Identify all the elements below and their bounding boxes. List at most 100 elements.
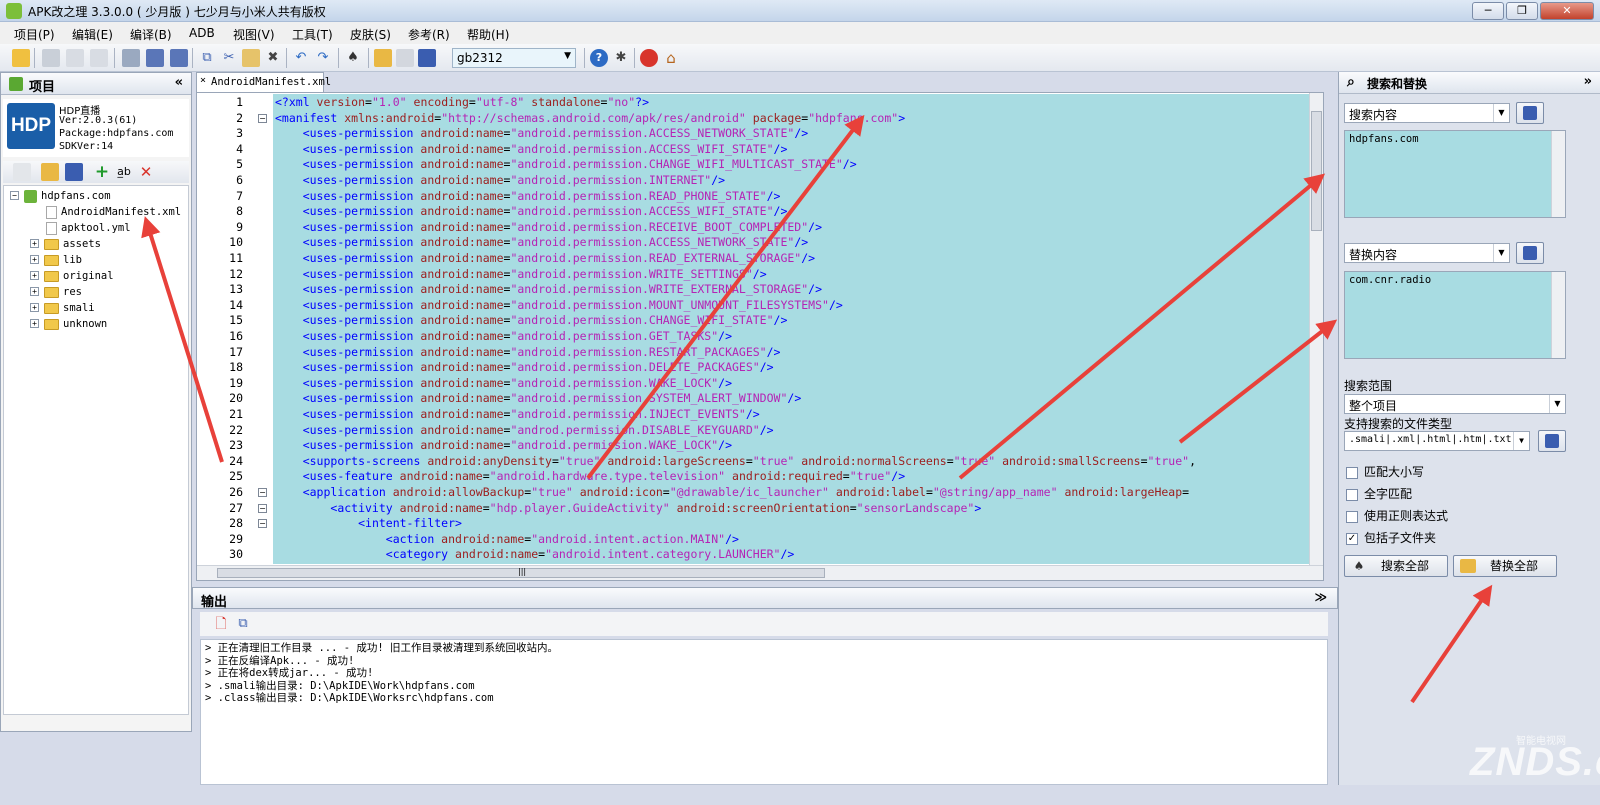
code-line[interactable]: <?xml version="1.0" encoding="utf-8" sta…: [275, 95, 649, 111]
redo-icon[interactable]: ↷: [314, 49, 332, 67]
document-icon[interactable]: [13, 163, 31, 181]
code-editor[interactable]: 1 2 3 4 5 6 7 8 9 10 11 12 13 14 15 16 17 18 19 20 21 22 23 24 2…: [196, 92, 1324, 581]
checkbox-box[interactable]: [1346, 510, 1358, 523]
clear-output-icon[interactable]: 🗋: [212, 615, 230, 633]
tree-item-project[interactable]: − hdpfans.com: [10, 188, 111, 204]
expand-icon[interactable]: +: [30, 303, 39, 312]
save-icon[interactable]: [122, 49, 140, 67]
delete-icon[interactable]: ✖: [264, 49, 282, 67]
code-line[interactable]: <uses-permission android:name="android.p…: [275, 360, 774, 376]
add-icon[interactable]: +: [93, 163, 111, 181]
checkbox-box[interactable]: ✓: [1346, 532, 1358, 545]
menu-help[interactable]: 帮助(H): [467, 26, 509, 43]
expand-icon[interactable]: +: [30, 319, 39, 328]
checkbox-box[interactable]: [1346, 466, 1358, 479]
code-line[interactable]: <application android:allowBackup="true" …: [275, 485, 1189, 501]
match-case-checkbox[interactable]: 匹配大小写: [1346, 465, 1424, 483]
menu-adb[interactable]: ADB: [189, 26, 215, 40]
code-line[interactable]: <action android:name="android.intent.act…: [275, 532, 739, 548]
code-line[interactable]: <uses-permission android:name="android.p…: [275, 391, 802, 407]
code-line[interactable]: <uses-permission android:name="android.p…: [275, 142, 788, 158]
code-line[interactable]: <intent-filter>: [275, 516, 462, 532]
fold-toggle-icon[interactable]: −: [258, 488, 267, 497]
remove-icon[interactable]: ✕: [137, 163, 155, 181]
code-line[interactable]: <supports-screens android:anyDensity="tr…: [275, 454, 1196, 470]
vertical-scrollbar[interactable]: [1309, 93, 1323, 567]
filetypes-select[interactable]: .smali|.xml|.html|.htm|.txt ▼: [1344, 431, 1530, 451]
undo-icon[interactable]: ↶: [292, 49, 310, 67]
code-line[interactable]: <uses-permission android:name="android.p…: [275, 189, 781, 205]
menu-build[interactable]: 编译(B): [130, 26, 172, 43]
rename-icon[interactable]: a̲b: [115, 163, 133, 181]
code-line[interactable]: <manifest xmlns:android="http://schemas.…: [275, 111, 905, 127]
encoding-select[interactable]: gb2312 ▼: [452, 48, 576, 68]
horizontal-scrollbar[interactable]: |||: [197, 565, 1323, 580]
save-as-icon[interactable]: [146, 49, 164, 67]
replace-options-button[interactable]: [1516, 242, 1544, 264]
collapse-search-panel-button[interactable]: »: [1584, 74, 1592, 89]
tree-item-unknown[interactable]: + unknown: [30, 316, 107, 332]
expand-icon[interactable]: +: [30, 287, 39, 296]
build-icon[interactable]: [374, 49, 392, 67]
bug-icon[interactable]: ✱: [612, 49, 630, 67]
help-icon[interactable]: ?: [590, 49, 608, 67]
scope-select[interactable]: 整个项目 ▼: [1344, 394, 1566, 414]
code-line[interactable]: <activity android:name="hdp.player.Guide…: [275, 501, 981, 517]
include-subfolders-checkbox[interactable]: ✓ 包括子文件夹: [1346, 531, 1436, 549]
copy-icon[interactable]: ⧉: [198, 49, 216, 67]
install-icon[interactable]: [418, 49, 436, 67]
collapse-output-button[interactable]: ≫: [1314, 590, 1327, 604]
menu-project[interactable]: 项目(P): [14, 26, 55, 43]
weibo-icon[interactable]: [640, 49, 658, 67]
minimize-button[interactable]: ─: [1472, 2, 1504, 20]
replace-input-scrollbar[interactable]: [1551, 272, 1565, 358]
refresh-icon[interactable]: [65, 163, 83, 181]
code-line[interactable]: <uses-permission android:name="android.p…: [275, 220, 822, 236]
fold-toggle-icon[interactable]: −: [258, 113, 267, 123]
fold-toggle-icon[interactable]: −: [258, 503, 267, 513]
output-log[interactable]: > 正在清理旧工作目录 ... - 成功! 旧工作目录被清理到系统回收站内。 >…: [200, 639, 1328, 785]
code-line[interactable]: <uses-permission android:name="android.p…: [275, 173, 725, 189]
tree-item-res[interactable]: + res: [30, 284, 82, 300]
code-line[interactable]: <uses-permission android:name="android.p…: [275, 251, 815, 267]
menu-view[interactable]: 视图(V): [233, 26, 275, 43]
tree-item-apktool[interactable]: apktool.yml: [46, 220, 131, 236]
code-line[interactable]: <uses-permission android:name="android.p…: [275, 438, 732, 454]
fold-toggle-icon[interactable]: −: [258, 519, 267, 529]
code-line[interactable]: <uses-feature android:name="android.hard…: [275, 469, 905, 485]
open-folder-icon[interactable]: [41, 163, 59, 181]
menu-skin[interactable]: 皮肤(S): [350, 26, 391, 43]
tab-android-manifest[interactable]: × AndroidManifest.xml: [196, 72, 331, 92]
scrollbar-thumb[interactable]: [1311, 111, 1322, 231]
whole-word-checkbox[interactable]: 全字匹配: [1346, 487, 1412, 505]
code-line[interactable]: <uses-permission android:name="android.p…: [275, 376, 732, 392]
new-icon[interactable]: [66, 49, 84, 67]
search-input[interactable]: hdpfans.com: [1344, 130, 1566, 218]
expand-icon[interactable]: +: [30, 239, 39, 248]
filetypes-options-button[interactable]: [1538, 430, 1566, 452]
code-line[interactable]: <uses-permission android:name="android.p…: [275, 407, 760, 423]
close-tab-icon[interactable]: ×: [200, 75, 206, 86]
search-history-select[interactable]: 搜索内容 ▼: [1344, 103, 1510, 123]
tree-item-original[interactable]: + original: [30, 268, 114, 284]
expand-icon[interactable]: +: [30, 271, 39, 280]
menu-reference[interactable]: 参考(R): [408, 26, 450, 43]
collapse-icon[interactable]: −: [10, 191, 19, 200]
scrollbar-thumb[interactable]: |||: [217, 567, 825, 578]
close-project-icon[interactable]: [90, 49, 108, 67]
copy-output-icon[interactable]: ⧉: [234, 615, 252, 633]
code-line[interactable]: <uses-permission android:name="android.p…: [275, 157, 857, 173]
tree-item-manifest[interactable]: AndroidManifest.xml: [46, 204, 182, 220]
close-button[interactable]: ✕: [1540, 2, 1594, 20]
search-options-button[interactable]: [1516, 102, 1544, 124]
checkbox-box[interactable]: [1346, 488, 1358, 501]
open-folder-icon[interactable]: [12, 49, 30, 67]
regex-checkbox[interactable]: 使用正则表达式: [1346, 509, 1448, 527]
search-all-button[interactable]: ♠ 搜索全部: [1344, 555, 1448, 577]
tree-item-assets[interactable]: + assets: [30, 236, 101, 252]
save-all-icon[interactable]: [170, 49, 188, 67]
replace-history-select[interactable]: 替换内容 ▼: [1344, 243, 1510, 263]
sign-icon[interactable]: [396, 49, 414, 67]
code-line[interactable]: <uses-permission android:name="android.p…: [275, 126, 808, 142]
code-line[interactable]: <uses-permission android:name="android.p…: [275, 345, 781, 361]
